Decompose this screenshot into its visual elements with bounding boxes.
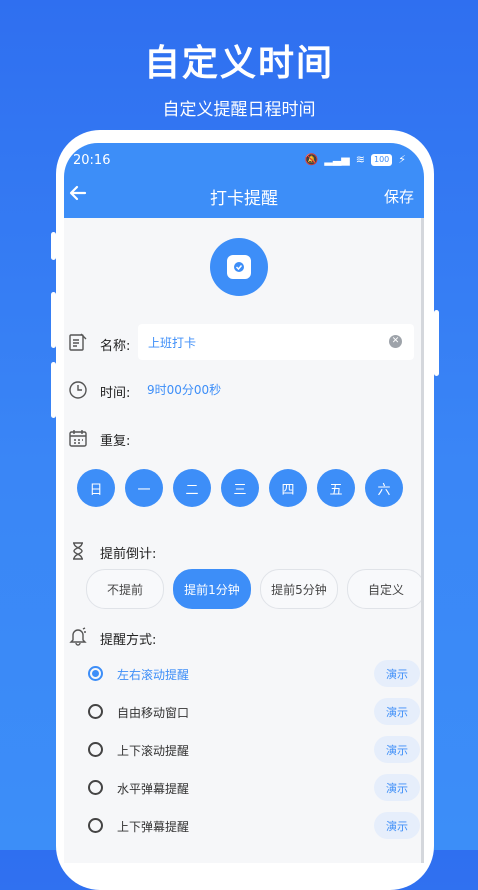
clock-icon bbox=[68, 380, 88, 400]
mode-option-label: 水平弹幕提醒 bbox=[117, 782, 190, 796]
promo-subline: 自定义提醒日程时间 bbox=[162, 100, 316, 120]
mode-label: 提醒方式: bbox=[100, 633, 157, 648]
list-item[interactable]: 水平弹幕提醒 演示 bbox=[64, 771, 424, 807]
bell-icon bbox=[68, 626, 88, 646]
day-thu[interactable]: 四 bbox=[269, 469, 307, 507]
weekday-selector: 日 一 二 三 四 五 六 bbox=[77, 469, 403, 507]
hourglass-icon bbox=[68, 541, 88, 561]
phone-side-button-right bbox=[434, 310, 439, 376]
time-value[interactable]: 9时00分00秒 bbox=[147, 381, 221, 398]
day-sat[interactable]: 六 bbox=[365, 469, 403, 507]
time-label: 时间: bbox=[100, 386, 131, 401]
countdown-option-none[interactable]: 不提前 bbox=[86, 569, 164, 609]
save-button[interactable]: 保存 bbox=[384, 186, 414, 207]
phone-side-button-left-2 bbox=[51, 292, 56, 348]
radio[interactable] bbox=[88, 742, 103, 757]
list-item[interactable]: 左右滚动提醒 演示 bbox=[64, 657, 424, 693]
app-icon bbox=[210, 238, 268, 296]
repeat-label: 重复: bbox=[100, 434, 131, 449]
mode-option-label: 上下滚动提醒 bbox=[117, 744, 190, 758]
list-item[interactable]: 上下弹幕提醒 演示 bbox=[64, 809, 424, 845]
radio[interactable] bbox=[88, 704, 103, 719]
phone-side-button-left-3 bbox=[51, 362, 56, 418]
name-label: 名称: bbox=[100, 339, 131, 354]
name-field-value[interactable]: 上班打卡 bbox=[148, 334, 196, 351]
demo-button[interactable]: 演示 bbox=[374, 698, 420, 725]
countdown-label: 提前倒计: bbox=[100, 547, 157, 562]
mode-option-label: 自由移动窗口 bbox=[117, 706, 190, 720]
list-item[interactable]: 上下滚动提醒 演示 bbox=[64, 733, 424, 769]
calendar-icon bbox=[68, 428, 88, 448]
countdown-option-1min[interactable]: 提前1分钟 bbox=[173, 569, 251, 609]
battery-icon: 100 bbox=[370, 153, 393, 166]
day-mon[interactable]: 一 bbox=[125, 469, 163, 507]
page-title: 打卡提醒 bbox=[210, 189, 278, 209]
promo-headline: 自定义时间 bbox=[143, 43, 334, 84]
countdown-options: 不提前 提前1分钟 提前5分钟 自定义 bbox=[86, 569, 424, 609]
day-tue[interactable]: 二 bbox=[173, 469, 211, 507]
mode-option-label: 上下弹幕提醒 bbox=[117, 820, 190, 834]
mute-icon: 🔕 bbox=[304, 153, 319, 166]
scrollbar[interactable] bbox=[421, 218, 424, 863]
countdown-option-5min[interactable]: 提前5分钟 bbox=[260, 569, 338, 609]
charging-icon: ⚡ bbox=[398, 153, 406, 166]
phone-screen: 20:16 🔕 ▂▃▅ ≋ 100 ⚡ 打卡提醒 保存 名称: 上班打卡 ✕ 时… bbox=[64, 143, 424, 863]
status-icons: 🔕 ▂▃▅ ≋ 100 ⚡ bbox=[305, 153, 406, 166]
status-time: 20:16 bbox=[73, 153, 111, 168]
radio-selected[interactable] bbox=[88, 666, 103, 681]
wifi-icon: ≋ bbox=[355, 153, 365, 166]
demo-button[interactable]: 演示 bbox=[374, 812, 420, 839]
day-wed[interactable]: 三 bbox=[221, 469, 259, 507]
edit-note-icon bbox=[68, 332, 88, 352]
signal-icon: ▂▃▅ bbox=[324, 153, 350, 166]
mode-option-label: 左右滚动提醒 bbox=[117, 668, 190, 682]
radio[interactable] bbox=[88, 818, 103, 833]
shield-icon bbox=[227, 255, 251, 279]
radio[interactable] bbox=[88, 780, 103, 795]
phone-side-button-left-1 bbox=[51, 232, 56, 260]
day-fri[interactable]: 五 bbox=[317, 469, 355, 507]
list-item[interactable]: 自由移动窗口 演示 bbox=[64, 695, 424, 731]
top-bar: 20:16 🔕 ▂▃▅ ≋ 100 ⚡ 打卡提醒 保存 bbox=[64, 143, 424, 218]
clear-icon[interactable]: ✕ bbox=[389, 335, 402, 348]
demo-button[interactable]: 演示 bbox=[374, 736, 420, 763]
countdown-option-custom[interactable]: 自定义 bbox=[347, 569, 424, 609]
demo-button[interactable]: 演示 bbox=[374, 660, 420, 687]
name-field[interactable]: 上班打卡 ✕ bbox=[138, 324, 414, 360]
demo-button[interactable]: 演示 bbox=[374, 774, 420, 801]
day-sun[interactable]: 日 bbox=[77, 469, 115, 507]
